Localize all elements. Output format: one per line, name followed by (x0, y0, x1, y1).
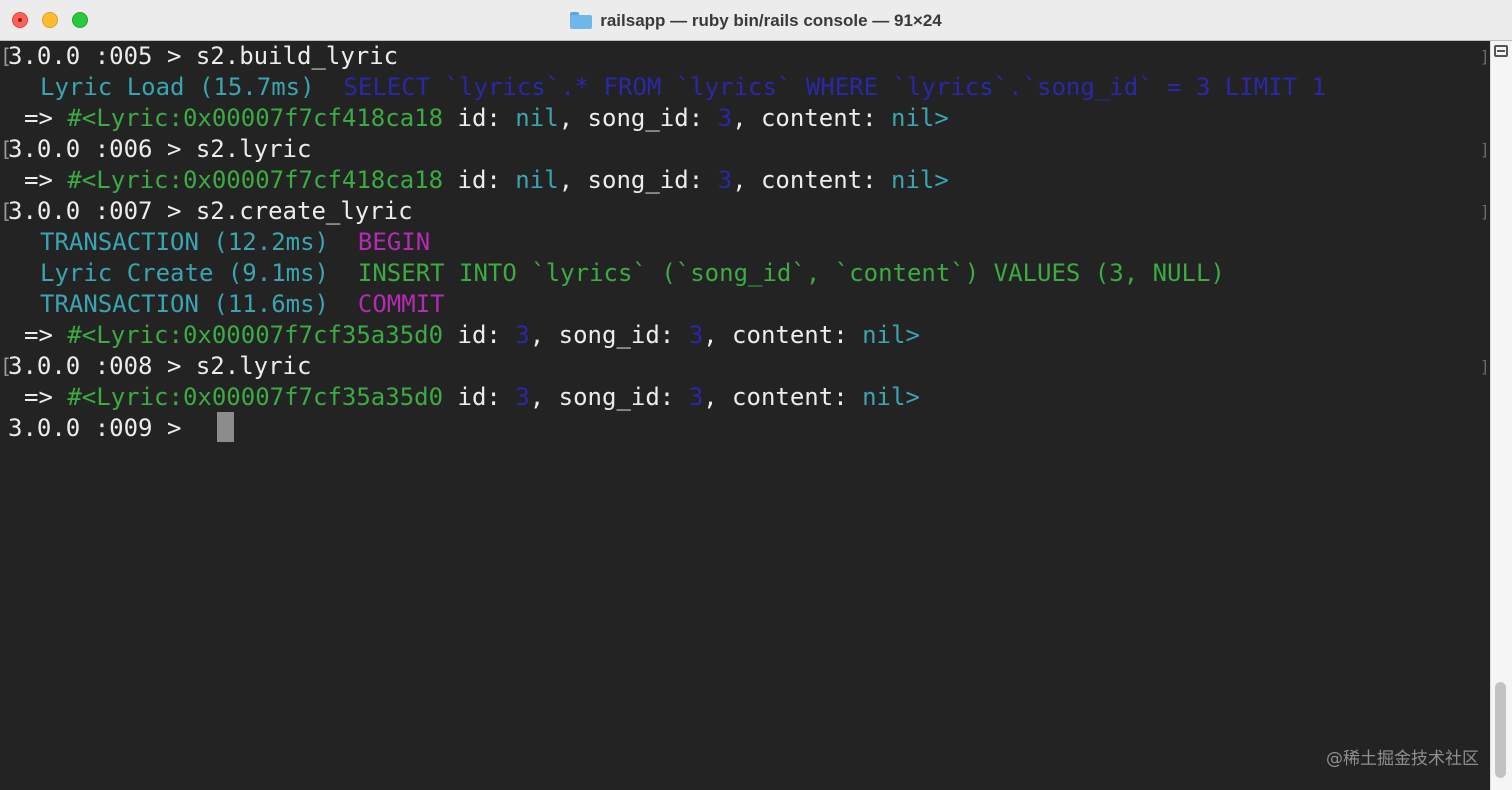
object-ref: #<Lyric:0x00007f7cf35a35d0 (67, 321, 444, 349)
prompt-line: 3.0.0 :006 > s2.lyric (8, 134, 311, 165)
result-line: => #<Lyric:0x00007f7cf418ca18 id: nil, s… (24, 103, 949, 134)
attr-value: 3 (717, 166, 733, 194)
attr-value: 3 (717, 104, 733, 132)
attr-value: nil> (891, 104, 949, 132)
prompt-line: 3.0.0 :007 > s2.create_lyric (8, 196, 413, 227)
attr-value: nil (515, 166, 559, 194)
line-end-marker: ] (1480, 357, 1490, 376)
folder-icon (570, 12, 593, 29)
text-cursor (217, 412, 234, 442)
attr-value: nil> (891, 166, 949, 194)
attr-key: , song_id: (558, 166, 718, 194)
result-line: => #<Lyric:0x00007f7cf418ca18 id: nil, s… (24, 165, 949, 196)
attr-key: id: (443, 166, 516, 194)
prompt-line: 3.0.0 :008 > s2.lyric (8, 351, 311, 382)
attr-value: nil> (862, 383, 920, 411)
object-ref: #<Lyric:0x00007f7cf35a35d0 (67, 383, 444, 411)
sql-log-line: TRANSACTION (11.6ms) COMMIT (40, 289, 445, 320)
result-arrow: => (24, 104, 68, 132)
attr-value: 3 (515, 383, 530, 411)
attr-key: , content: (732, 166, 892, 194)
prompt: 3.0.0 :006 > (8, 135, 196, 163)
attr-value: nil (515, 104, 559, 132)
terminal-output[interactable]: [ 3.0.0 :005 > s2.build_lyric ] Lyric Lo… (0, 41, 1490, 790)
attr-key: , content: (703, 383, 863, 411)
attr-key: , song_id: (558, 104, 718, 132)
attr-value: nil> (862, 321, 920, 349)
prompt: 3.0.0 :007 > (8, 197, 196, 225)
sql-log-line: Lyric Create (9.1ms) INSERT INTO `lyrics… (40, 258, 1225, 289)
scrollbar-thumb[interactable] (1495, 682, 1506, 778)
log-label: Lyric Create (9.1ms) (40, 259, 329, 287)
sql-statement: INSERT INTO `lyrics` (`song_id`, `conten… (357, 259, 1225, 287)
prompt: 3.0.0 :008 > (8, 352, 196, 380)
attr-key: id: (443, 104, 516, 132)
log-label: Lyric Load (15.7ms) (40, 73, 315, 101)
sql-statement: COMMIT (357, 290, 445, 318)
result-line: => #<Lyric:0x00007f7cf35a35d0 id: 3, son… (24, 382, 920, 413)
log-label: TRANSACTION (12.2ms) (40, 228, 329, 256)
attr-key: , song_id: (529, 321, 689, 349)
attr-key: id: (443, 321, 516, 349)
prompt: 3.0.0 :005 > (8, 42, 196, 70)
sql-statement: SELECT `lyrics`.* FROM `lyrics` WHERE `l… (343, 73, 1326, 101)
sql-statement: BEGIN (357, 228, 431, 256)
attr-key: id: (443, 383, 516, 411)
prompt-line: 3.0.0 :005 > s2.build_lyric (8, 41, 398, 72)
result-line: => #<Lyric:0x00007f7cf35a35d0 id: 3, son… (24, 320, 920, 351)
log-label: TRANSACTION (11.6ms) (40, 290, 329, 318)
prompt: 3.0.0 :009 > (8, 414, 196, 442)
terminal-window: railsapp — ruby bin/rails console — 91×2… (0, 0, 1512, 790)
object-ref: #<Lyric:0x00007f7cf418ca18 (67, 166, 444, 194)
window-title-area: railsapp — ruby bin/rails console — 91×2… (0, 0, 1512, 41)
attr-value: 3 (688, 321, 704, 349)
command: s2.build_lyric (195, 42, 399, 70)
command: s2.lyric (195, 352, 312, 380)
line-end-marker: ] (1480, 47, 1490, 66)
line-end-marker: ] (1480, 202, 1490, 221)
split-pane-icon[interactable] (1494, 45, 1508, 57)
attr-key: , song_id: (529, 383, 689, 411)
sql-log-line: Lyric Load (15.7ms) SELECT `lyrics`.* FR… (40, 72, 1326, 103)
result-arrow: => (24, 321, 68, 349)
current-prompt-line[interactable]: 3.0.0 :009 > (8, 413, 196, 444)
window-title: railsapp — ruby bin/rails console — 91×2… (600, 10, 942, 30)
sql-log-line: TRANSACTION (12.2ms) BEGIN (40, 227, 430, 258)
command: s2.lyric (195, 135, 312, 163)
title-bar[interactable]: railsapp — ruby bin/rails console — 91×2… (0, 0, 1512, 41)
attr-key: , content: (703, 321, 863, 349)
command: s2.create_lyric (195, 197, 413, 225)
scrollbar-track[interactable] (1490, 41, 1512, 790)
attr-key: , content: (732, 104, 892, 132)
watermark: @稀土掘金技术社区 (1326, 749, 1479, 769)
attr-value: 3 (515, 321, 530, 349)
attr-value: 3 (688, 383, 704, 411)
object-ref: #<Lyric:0x00007f7cf418ca18 (67, 104, 444, 132)
result-arrow: => (24, 166, 68, 194)
result-arrow: => (24, 383, 68, 411)
line-end-marker: ] (1480, 140, 1490, 159)
